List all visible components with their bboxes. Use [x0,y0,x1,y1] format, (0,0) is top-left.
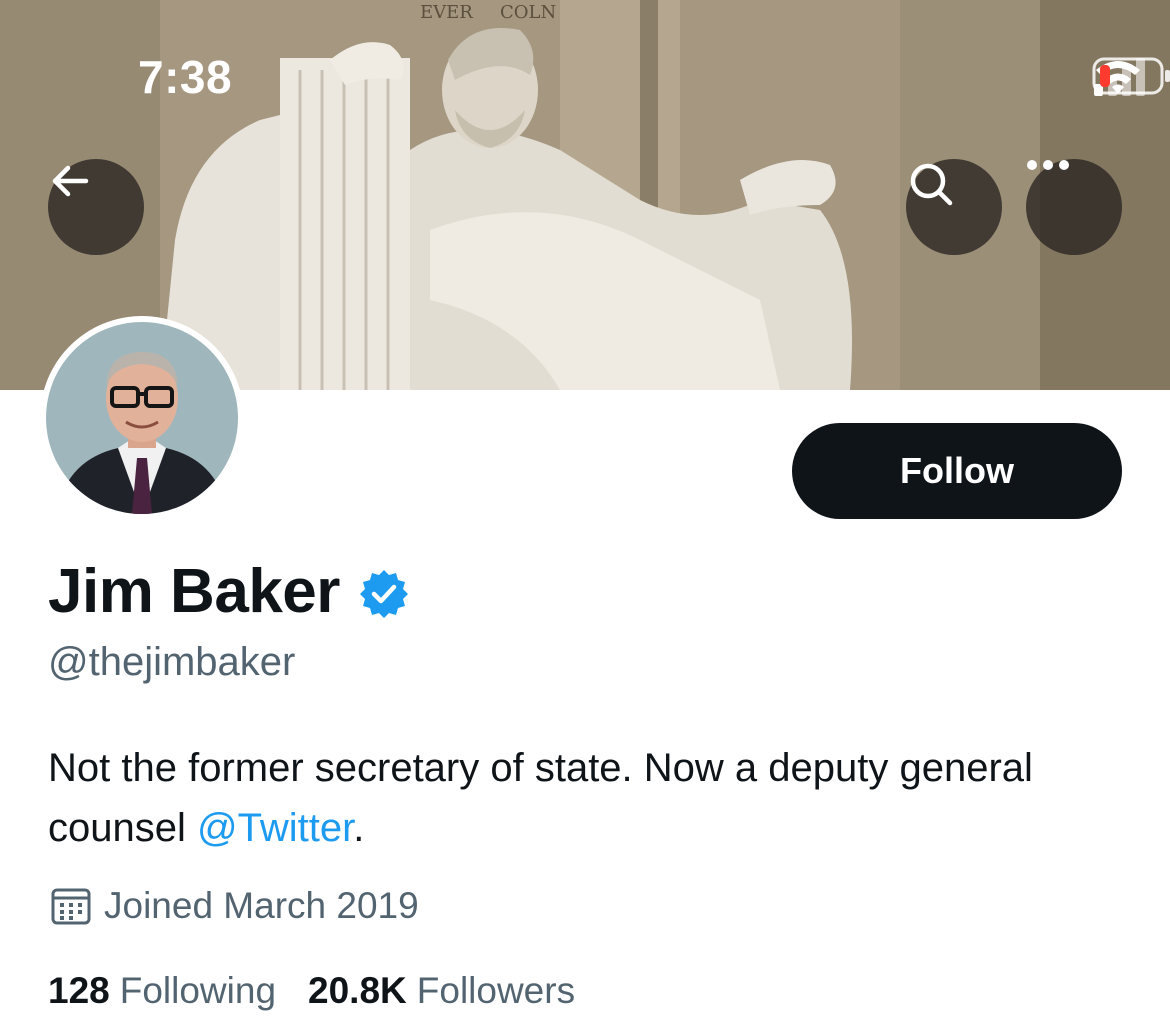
verified-badge-icon[interactable] [358,568,410,620]
following-count: 128 [48,970,110,1011]
following-link[interactable]: 128 Following [48,970,276,1012]
search-button[interactable] [906,159,1002,255]
display-name: Jim Baker [48,557,340,626]
joined-date: Joined March 2019 [104,885,419,926]
followers-label: Followers [416,970,576,1011]
followers-count: 20.8K [308,970,407,1011]
avatar-photo [46,322,238,514]
joined-row: Joined March 2019 [50,885,419,927]
back-button[interactable] [48,159,144,255]
following-label: Following [119,970,277,1011]
banner-engraving-top: COLN [500,2,556,23]
avatar[interactable] [40,316,244,520]
more-button[interactable] [1026,159,1122,255]
profile-handle: @thejimbaker [48,640,296,684]
profile-bio: Not the former secretary of state. Now a… [48,738,1128,858]
bio-text: Not the former secretary of state. Now a… [48,746,1033,850]
search-icon [910,163,953,206]
back-arrow-icon [52,165,89,197]
followers-link[interactable]: 20.8K Followers [308,970,575,1012]
follow-stats: 128 Following 20.8K Followers [48,970,575,1012]
banner-engraving-bottom: EVER [420,2,473,23]
bio-end: . [353,806,365,850]
status-time: 7:38 [138,51,233,103]
battery-low-icon [1092,57,1170,95]
display-name-row: Jim Baker [48,556,410,627]
bio-mention-link[interactable]: @Twitter [197,806,353,850]
more-icon [1027,160,1069,170]
follow-button[interactable]: Follow [792,423,1122,519]
calendar-icon [51,888,91,925]
